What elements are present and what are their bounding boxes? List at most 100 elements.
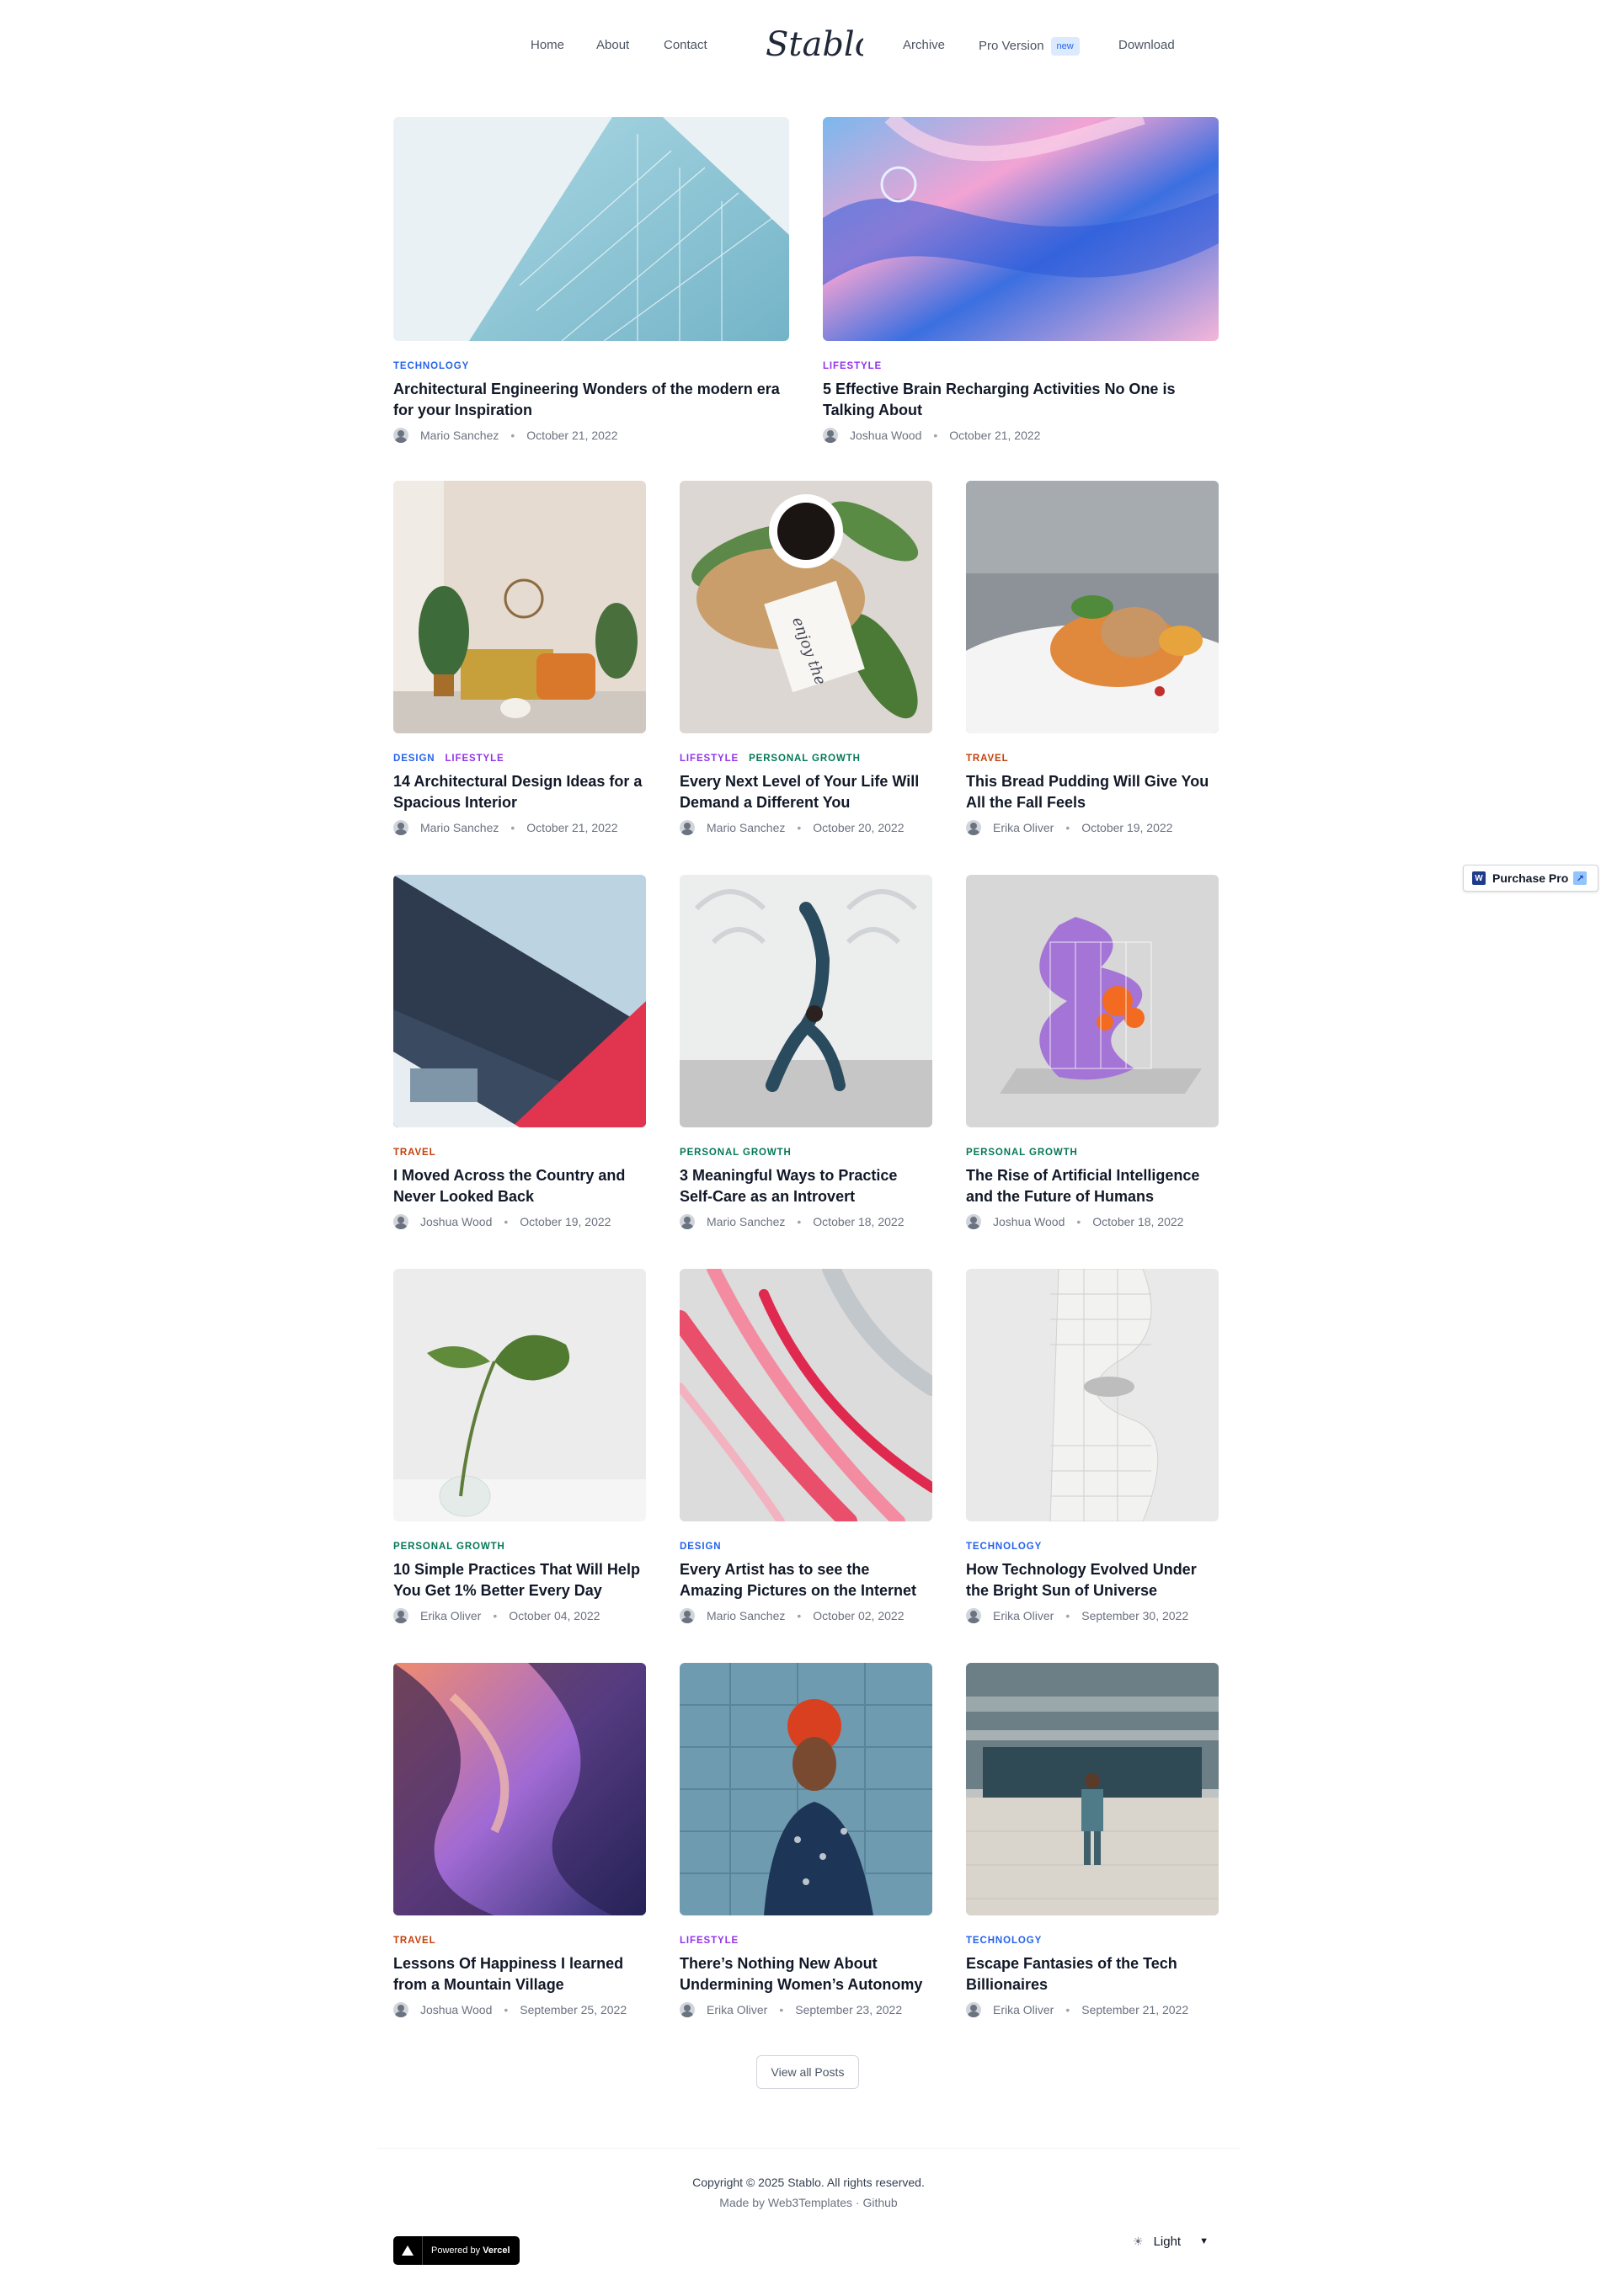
post-card[interactable]: Technology Architectural Engineering Wond… xyxy=(393,117,789,450)
category-label[interactable]: Personal Growth xyxy=(393,1542,505,1552)
theme-select[interactable]: Light ▼ xyxy=(1154,2235,1209,2249)
post-card[interactable]: Technology Escape Fantasies of the Tech B… xyxy=(966,1663,1219,2025)
author-avatar[interactable] xyxy=(680,820,695,835)
post-image[interactable] xyxy=(966,1663,1219,1915)
category-label[interactable]: Personal Growth xyxy=(680,1148,792,1158)
author-name[interactable]: Joshua Wood xyxy=(420,1215,492,1228)
author-name[interactable]: Mario Sanchez xyxy=(707,1609,785,1622)
post-title[interactable]: I Moved Across the Country and Never Loo… xyxy=(393,1165,646,1207)
category-label[interactable]: Personal Growth xyxy=(749,754,861,764)
author-avatar[interactable] xyxy=(966,1214,981,1229)
post-title[interactable]: 3 Meaningful Ways to Practice Self-Care … xyxy=(680,1165,932,1207)
author-name[interactable]: Joshua Wood xyxy=(993,1215,1065,1228)
post-card[interactable]: Technology How Technology Evolved Under t… xyxy=(966,1269,1219,1631)
post-title[interactable]: The Rise of Artificial Intelligence and … xyxy=(966,1165,1219,1207)
category-label[interactable]: Lifestyle xyxy=(446,754,504,764)
author-avatar[interactable] xyxy=(680,1608,695,1623)
category-label[interactable]: Personal Growth xyxy=(966,1148,1078,1158)
post-image[interactable] xyxy=(393,117,789,341)
post-image[interactable] xyxy=(966,875,1219,1127)
post-card[interactable]: Travel I Moved Across the Country and Nev… xyxy=(393,875,646,1237)
author-name[interactable]: Joshua Wood xyxy=(420,2003,492,2016)
powered-by-vercel-badge[interactable]: Powered by Vercel xyxy=(393,2236,520,2265)
post-title[interactable]: 5 Effective Brain Recharging Activities … xyxy=(823,379,1219,421)
post-card[interactable]: Personal Growth The Rise of Artificial In… xyxy=(966,875,1219,1237)
author-name[interactable]: Mario Sanchez xyxy=(707,821,785,834)
made-by-text[interactable]: Made by Web3Templates · Github xyxy=(0,2196,1617,2209)
theme-switcher[interactable]: ☀ Light ▼ xyxy=(1133,2231,1209,2251)
post-date: October 19, 2022 xyxy=(520,1215,611,1228)
purchase-pro-button[interactable]: W Purchase Pro ↗ xyxy=(1463,865,1598,892)
author-avatar[interactable] xyxy=(966,1608,981,1623)
author-name[interactable]: Erika Oliver xyxy=(993,1609,1054,1622)
post-image[interactable] xyxy=(966,481,1219,733)
post-title[interactable]: Architectural Engineering Wonders of the… xyxy=(393,379,789,421)
post-card[interactable]: Personal Growth 3 Meaningful Ways to Prac… xyxy=(680,875,932,1237)
author-name[interactable]: Mario Sanchez xyxy=(707,1215,785,1228)
category-label[interactable]: Travel xyxy=(393,1148,436,1158)
category-label[interactable]: Lifestyle xyxy=(823,361,882,371)
category-label[interactable]: Design xyxy=(393,754,435,764)
author-name[interactable]: Erika Oliver xyxy=(993,2003,1054,2016)
stablo-logo[interactable]: Stablo xyxy=(762,19,875,69)
post-title[interactable]: Lessons Of Happiness I learned from a Mo… xyxy=(393,1953,646,1995)
post-title[interactable]: Escape Fantasies of the Tech Billionaire… xyxy=(966,1953,1219,1995)
nav-about[interactable]: About xyxy=(596,37,629,54)
nav-download[interactable]: Download xyxy=(1118,37,1175,54)
author-avatar[interactable] xyxy=(393,1214,408,1229)
post-image[interactable] xyxy=(680,1269,932,1521)
view-all-posts-button[interactable]: View all Posts xyxy=(756,2055,859,2089)
post-card[interactable]: Travel This Bread Pudding Will Give You A… xyxy=(966,481,1219,843)
post-title[interactable]: Every Artist has to see the Amazing Pict… xyxy=(680,1559,932,1601)
post-image[interactable] xyxy=(393,481,646,733)
post-card[interactable]: Design Lifestyle 14 Architectural Design I… xyxy=(393,481,646,843)
author-avatar[interactable] xyxy=(393,1608,408,1623)
nav-contact[interactable]: Contact xyxy=(664,37,707,54)
post-image[interactable] xyxy=(823,117,1219,341)
post-card[interactable]: enjoy the Lifestyle Personal Growth Every … xyxy=(680,481,932,843)
category-label[interactable]: Technology xyxy=(393,361,469,371)
post-card[interactable]: Lifestyle There’s Nothing New About Under… xyxy=(680,1663,932,2025)
post-title[interactable]: This Bread Pudding Will Give You All the… xyxy=(966,771,1219,813)
category-label[interactable]: Travel xyxy=(393,1936,436,1946)
post-title[interactable]: 14 Architectural Design Ideas for a Spac… xyxy=(393,771,646,813)
nav-home[interactable]: Home xyxy=(531,37,564,54)
author-avatar[interactable] xyxy=(393,2002,408,2017)
post-title[interactable]: Every Next Level of Your Life Will Deman… xyxy=(680,771,932,813)
post-image[interactable] xyxy=(393,1269,646,1521)
author-name[interactable]: Erika Oliver xyxy=(420,1609,481,1622)
author-avatar[interactable] xyxy=(966,2002,981,2017)
author-name[interactable]: Mario Sanchez xyxy=(420,429,499,442)
author-name[interactable]: Mario Sanchez xyxy=(420,821,499,834)
post-title[interactable]: 10 Simple Practices That Will Help You G… xyxy=(393,1559,646,1601)
author-avatar[interactable] xyxy=(823,428,838,443)
post-image[interactable] xyxy=(393,875,646,1127)
post-image[interactable] xyxy=(393,1663,646,1915)
author-avatar[interactable] xyxy=(393,820,408,835)
author-avatar[interactable] xyxy=(393,428,408,443)
post-image[interactable] xyxy=(966,1269,1219,1521)
category-label[interactable]: Lifestyle xyxy=(680,1936,739,1946)
post-image[interactable]: enjoy the xyxy=(680,481,932,733)
author-avatar[interactable] xyxy=(680,2002,695,2017)
author-avatar[interactable] xyxy=(966,820,981,835)
post-card[interactable]: Personal Growth 10 Simple Practices That … xyxy=(393,1269,646,1631)
post-image[interactable] xyxy=(680,1663,932,1915)
post-image[interactable] xyxy=(680,875,932,1127)
post-title[interactable]: There’s Nothing New About Undermining Wo… xyxy=(680,1953,932,1995)
category-label[interactable]: Technology xyxy=(966,1542,1042,1552)
nav-archive[interactable]: Archive xyxy=(903,37,945,54)
post-card[interactable]: Lifestyle 5 Effective Brain Recharging Ac… xyxy=(823,117,1219,450)
post-card[interactable]: Travel Lessons Of Happiness I learned fro… xyxy=(393,1663,646,2025)
nav-pro-version[interactable]: Pro Version new xyxy=(979,37,1080,56)
category-label[interactable]: Lifestyle xyxy=(680,754,739,764)
author-name[interactable]: Erika Oliver xyxy=(707,2003,767,2016)
author-name[interactable]: Erika Oliver xyxy=(993,821,1054,834)
category-label[interactable]: Travel xyxy=(966,754,1009,764)
author-name[interactable]: Joshua Wood xyxy=(850,429,921,442)
category-label[interactable]: Design xyxy=(680,1542,722,1552)
category-label[interactable]: Technology xyxy=(966,1936,1042,1946)
post-card[interactable]: Design Every Artist has to see the Amazin… xyxy=(680,1269,932,1631)
author-avatar[interactable] xyxy=(680,1214,695,1229)
post-title[interactable]: How Technology Evolved Under the Bright … xyxy=(966,1559,1219,1601)
